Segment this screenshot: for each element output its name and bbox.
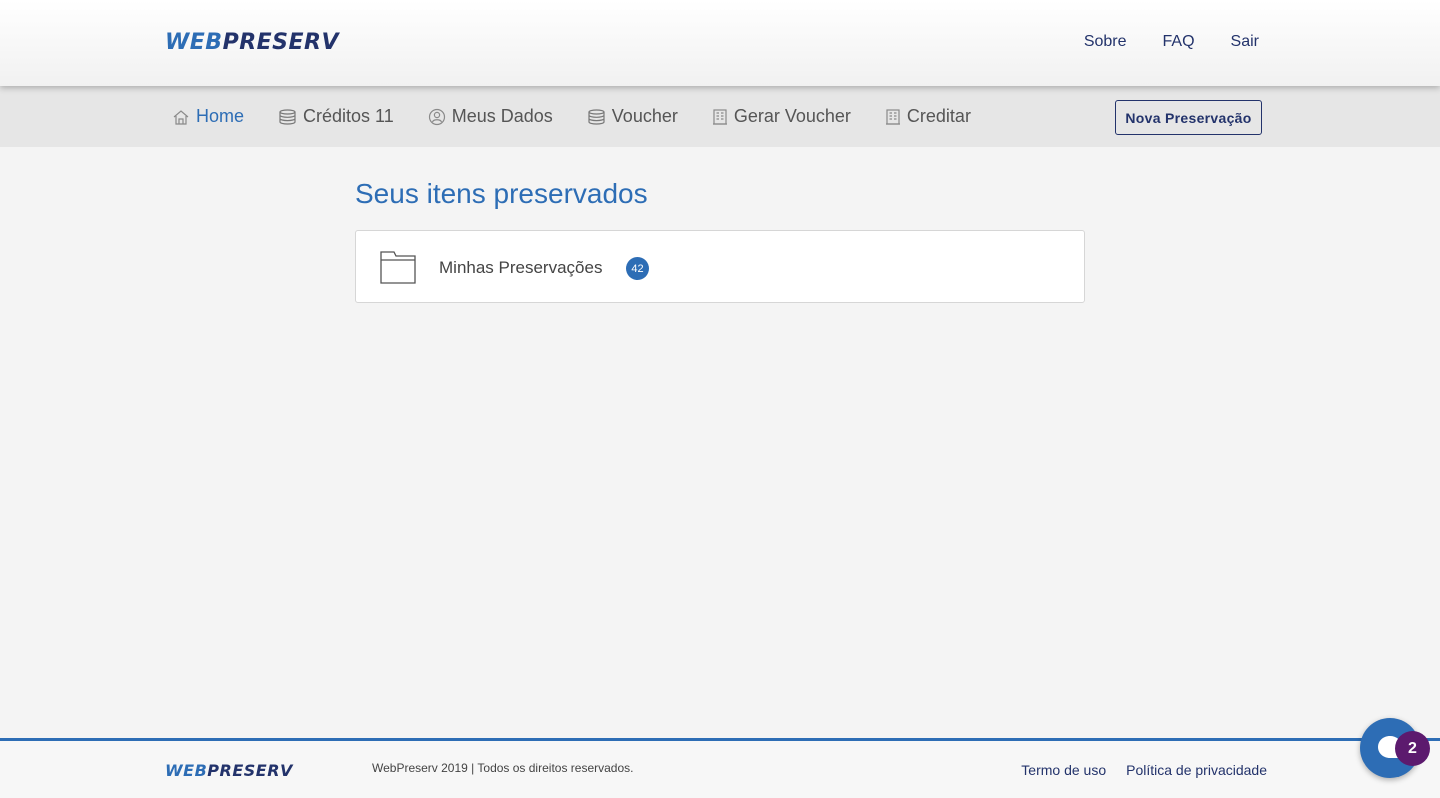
- subnav-label: Créditos 11: [303, 106, 394, 126]
- copyright-text: WebPreserv 2019 | Todos os direitos rese…: [372, 761, 634, 775]
- building-icon: [712, 109, 727, 125]
- top-header: WEBPRESERV Sobre FAQ Sair: [0, 0, 1440, 86]
- chat-unread-badge: 2: [1395, 731, 1430, 766]
- coins-icon: [588, 108, 605, 125]
- sub-nav: Home Créditos 11 Meus Dados Voucher Gera…: [0, 86, 1440, 147]
- subnav-item-creditos[interactable]: Créditos 11: [278, 106, 394, 127]
- subnav-item-voucher[interactable]: Voucher: [587, 106, 678, 127]
- footer: WEBPRESERV WebPreserv 2019 | Todos os di…: [0, 738, 1440, 798]
- nova-preservacao-button[interactable]: Nova Preservação: [1115, 100, 1262, 135]
- footer-link-termo[interactable]: Termo de uso: [1021, 762, 1106, 778]
- folder-label: Minhas Preservações: [439, 258, 603, 277]
- footer-logo[interactable]: WEBPRESERV: [165, 761, 293, 780]
- logo-preserv-text: PRESERV: [222, 30, 340, 55]
- nav-link-sair[interactable]: Sair: [1231, 33, 1259, 51]
- subnav-label: Voucher: [611, 106, 678, 126]
- footer-links: Termo de uso Política de privacidade: [1021, 762, 1267, 778]
- coins-icon: [279, 108, 296, 125]
- logo-web-text: WEB: [165, 30, 223, 55]
- subnav-label: Gerar Voucher: [733, 106, 851, 126]
- logo[interactable]: WEBPRESERV: [165, 30, 339, 55]
- count-badge: 42: [626, 257, 649, 280]
- subnav-label: Home: [196, 106, 245, 126]
- home-icon: [173, 109, 189, 125]
- footer-link-privacidade[interactable]: Política de privacidade: [1126, 762, 1267, 778]
- top-nav: Sobre FAQ Sair: [1084, 33, 1259, 51]
- nav-link-sobre[interactable]: Sobre: [1084, 33, 1127, 51]
- subnav-label: Meus Dados: [451, 106, 553, 126]
- subnav-item-gerar-voucher[interactable]: Gerar Voucher: [712, 106, 851, 127]
- folder-card[interactable]: Minhas Preservações 42: [355, 230, 1085, 303]
- subnav-label: Creditar: [906, 106, 971, 126]
- folder-icon: [380, 251, 416, 284]
- page-title: Seus itens preservados: [355, 178, 648, 209]
- user-icon: [428, 108, 445, 125]
- logo-preserv-text: PRESERV: [207, 761, 293, 780]
- subnav-item-meus-dados[interactable]: Meus Dados: [428, 106, 553, 127]
- nav-link-faq[interactable]: FAQ: [1163, 33, 1195, 51]
- building-icon: [885, 109, 900, 125]
- subnav-item-creditar[interactable]: Creditar: [885, 106, 971, 127]
- subnav-item-home[interactable]: Home: [172, 106, 244, 127]
- logo-web-text: WEB: [165, 761, 208, 780]
